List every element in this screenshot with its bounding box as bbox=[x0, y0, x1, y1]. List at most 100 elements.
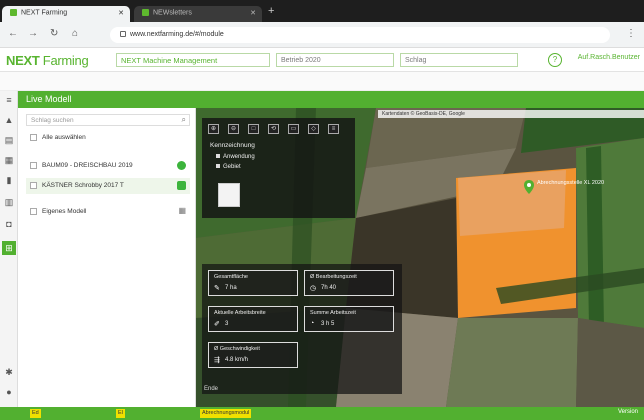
tab-label: NEWsletters bbox=[153, 9, 192, 17]
module-select[interactable]: NEXT Machine Management bbox=[116, 53, 270, 67]
field-search-input[interactable]: Schlag suchen ⌕ bbox=[26, 114, 190, 126]
trash-icon[interactable]: ▮ bbox=[4, 175, 14, 185]
app-logo: NEXT Farming bbox=[6, 53, 89, 68]
stat-label: Gesamtfläche bbox=[214, 274, 248, 280]
checkbox[interactable] bbox=[30, 182, 37, 189]
help-icon[interactable]: ? bbox=[548, 53, 562, 67]
browser-menu-icon[interactable]: ⋮ bbox=[626, 28, 636, 39]
stat-label: Aktuelle Arbeitsbreite bbox=[214, 310, 266, 316]
layer-option[interactable]: Gebiet bbox=[216, 164, 241, 170]
timer-icon: ◔ bbox=[310, 320, 315, 327]
tab-newsletters[interactable]: NEWsletters ✕ bbox=[134, 6, 262, 22]
stat-value: 7 ha bbox=[225, 285, 237, 291]
stat-label: Ø Geschwindigkeit bbox=[214, 346, 260, 352]
layer-control: ⊕ ⊖ □ ⟲ ▭ ◇ ≡ Kennzeichnung Anwendung Ge… bbox=[202, 118, 355, 218]
list-item[interactable]: KÄSTNER Schrobby 2017 T bbox=[26, 178, 190, 194]
bottom-chip[interactable]: Abrechnungsmodul bbox=[200, 409, 252, 418]
tab-label: NEXT Farming bbox=[21, 9, 68, 17]
app-header: NEXT Farming NEXT Machine Management Bet… bbox=[0, 48, 644, 72]
grid-icon[interactable]: ▦ bbox=[178, 206, 186, 215]
url-input[interactable]: www.nextfarming.de/#/module bbox=[110, 27, 610, 43]
tab-next-farming[interactable]: NEXT Farming ✕ bbox=[2, 6, 130, 22]
sub-toolbar bbox=[0, 72, 644, 91]
back-icon[interactable]: ← bbox=[8, 28, 18, 39]
lock-icon[interactable]: ◘ bbox=[4, 219, 14, 229]
zoom-out-button[interactable]: ⊖ bbox=[228, 124, 239, 134]
field-select[interactable]: Schlag bbox=[400, 53, 518, 67]
calculator-icon[interactable]: ▦ bbox=[4, 155, 14, 165]
bottom-chip[interactable]: Ed bbox=[30, 409, 41, 418]
list-item-label: Alle auswählen bbox=[42, 134, 86, 141]
legend-text: Ende bbox=[204, 386, 219, 392]
stat-card: Summe Arbeitszeit ◔ 3 h 5 bbox=[304, 306, 394, 332]
fullscreen-button[interactable]: ▭ bbox=[288, 124, 299, 134]
bottom-chip[interactable]: El bbox=[116, 409, 125, 418]
list-item[interactable]: Alle auswählen bbox=[26, 130, 190, 146]
checkbox[interactable] bbox=[30, 208, 37, 215]
logo-sub: Farming bbox=[42, 53, 89, 68]
url-text: www.nextfarming.de/#/module bbox=[130, 31, 224, 38]
version-text: Version bbox=[617, 409, 638, 415]
search-placeholder: Schlag suchen bbox=[31, 117, 74, 124]
area-icon: ✎ bbox=[214, 285, 220, 292]
reset-view-button[interactable]: ⟲ bbox=[268, 124, 279, 134]
page-title: Live Modell bbox=[26, 94, 72, 104]
layer-option[interactable]: Anwendung bbox=[216, 154, 255, 160]
reload-icon[interactable]: ↻ bbox=[50, 28, 58, 39]
stat-value: 3 h 5 bbox=[321, 321, 335, 327]
layer-heading: Kennzeichnung bbox=[210, 142, 255, 149]
forward-icon[interactable]: → bbox=[28, 28, 38, 39]
zoom-in-button[interactable]: ⊕ bbox=[208, 124, 219, 134]
draw-button[interactable]: ◇ bbox=[308, 124, 319, 134]
search-icon[interactable]: ⌕ bbox=[182, 115, 186, 125]
chart-icon[interactable]: ▥ bbox=[4, 197, 14, 207]
stat-value: 3 bbox=[225, 321, 229, 327]
settings-icon[interactable]: ✱ bbox=[4, 367, 14, 377]
map-pin-icon[interactable] bbox=[524, 180, 534, 194]
status-square-icon bbox=[177, 181, 186, 190]
help-rail-icon[interactable]: ● bbox=[4, 387, 14, 397]
logo-main: NEXT bbox=[6, 53, 40, 68]
stat-value: 4.8 km/h bbox=[225, 357, 249, 363]
legend-swatch bbox=[218, 183, 240, 207]
close-tab-icon[interactable]: ✕ bbox=[118, 9, 124, 17]
stat-value: 7h 40 bbox=[321, 285, 337, 291]
list-item-label: BAUM09 - DREISCHBAU 2019 bbox=[42, 162, 133, 169]
favicon-icon bbox=[10, 9, 17, 16]
close-tab-icon[interactable]: ✕ bbox=[250, 9, 256, 17]
lock-icon bbox=[120, 31, 126, 38]
checkbox[interactable] bbox=[30, 134, 37, 141]
company-select[interactable]: Betrieb 2020 bbox=[276, 53, 394, 67]
checkbox[interactable] bbox=[30, 162, 37, 169]
list-item-label: Eigenes Modell bbox=[42, 208, 87, 215]
favicon-icon bbox=[142, 9, 149, 16]
stat-card: Gesamtfläche ✎ 7 ha bbox=[208, 270, 298, 296]
document-icon[interactable]: ▤ bbox=[4, 135, 14, 145]
speed-icon: ⇶ bbox=[214, 357, 220, 364]
module-title-bar: Live Modell bbox=[0, 91, 644, 108]
pen-icon: ✐ bbox=[214, 321, 220, 328]
tractor-icon[interactable]: ▲ bbox=[4, 115, 14, 125]
address-bar: ← → ↻ ⌂ www.nextfarming.de/#/module ⋮ bbox=[0, 22, 644, 48]
stat-card: Aktuelle Arbeitsbreite ✐ 3 bbox=[208, 306, 298, 332]
user-menu[interactable]: Auf.Rasch.Benutzer bbox=[578, 54, 640, 61]
stat-label: Summe Arbeitszeit bbox=[310, 310, 356, 316]
map-attribution: Kartendaten © GeoBasis-DE, Google bbox=[378, 110, 644, 118]
list-item[interactable]: BAUM09 - DREISCHBAU 2019 bbox=[26, 158, 190, 174]
icon-rail: ≡ ▲ ▤ ▦ ▮ ▥ ◘ ⊞ ✱ ● bbox=[0, 91, 18, 407]
stat-card: Ø Bearbeitungszeit ◷ 7h 40 bbox=[304, 270, 394, 296]
bottom-bar: Ed El Abrechnungsmodul Version bbox=[0, 407, 644, 420]
field-list-panel: Schlag suchen ⌕ Alle auswählen BAUM09 - … bbox=[18, 108, 196, 407]
layers-button[interactable]: ≡ bbox=[328, 124, 339, 134]
browser-tab-bar: NEXT Farming ✕ NEWsletters ✕ + bbox=[0, 0, 644, 22]
stat-label: Ø Bearbeitungszeit bbox=[310, 274, 357, 280]
status-dot-icon bbox=[177, 161, 186, 170]
live-model-icon[interactable]: ⊞ bbox=[2, 241, 16, 255]
list-item[interactable]: Eigenes Modell ▦ bbox=[26, 204, 190, 220]
new-tab-button[interactable]: + bbox=[268, 5, 274, 17]
clock-icon: ◷ bbox=[310, 285, 317, 292]
home-icon[interactable]: ⌂ bbox=[72, 28, 78, 39]
menu-icon[interactable]: ≡ bbox=[4, 95, 14, 105]
stats-panel: Gesamtfläche ✎ 7 ha Ø Bearbeitungszeit ◷… bbox=[202, 264, 402, 394]
select-area-button[interactable]: □ bbox=[248, 124, 259, 134]
